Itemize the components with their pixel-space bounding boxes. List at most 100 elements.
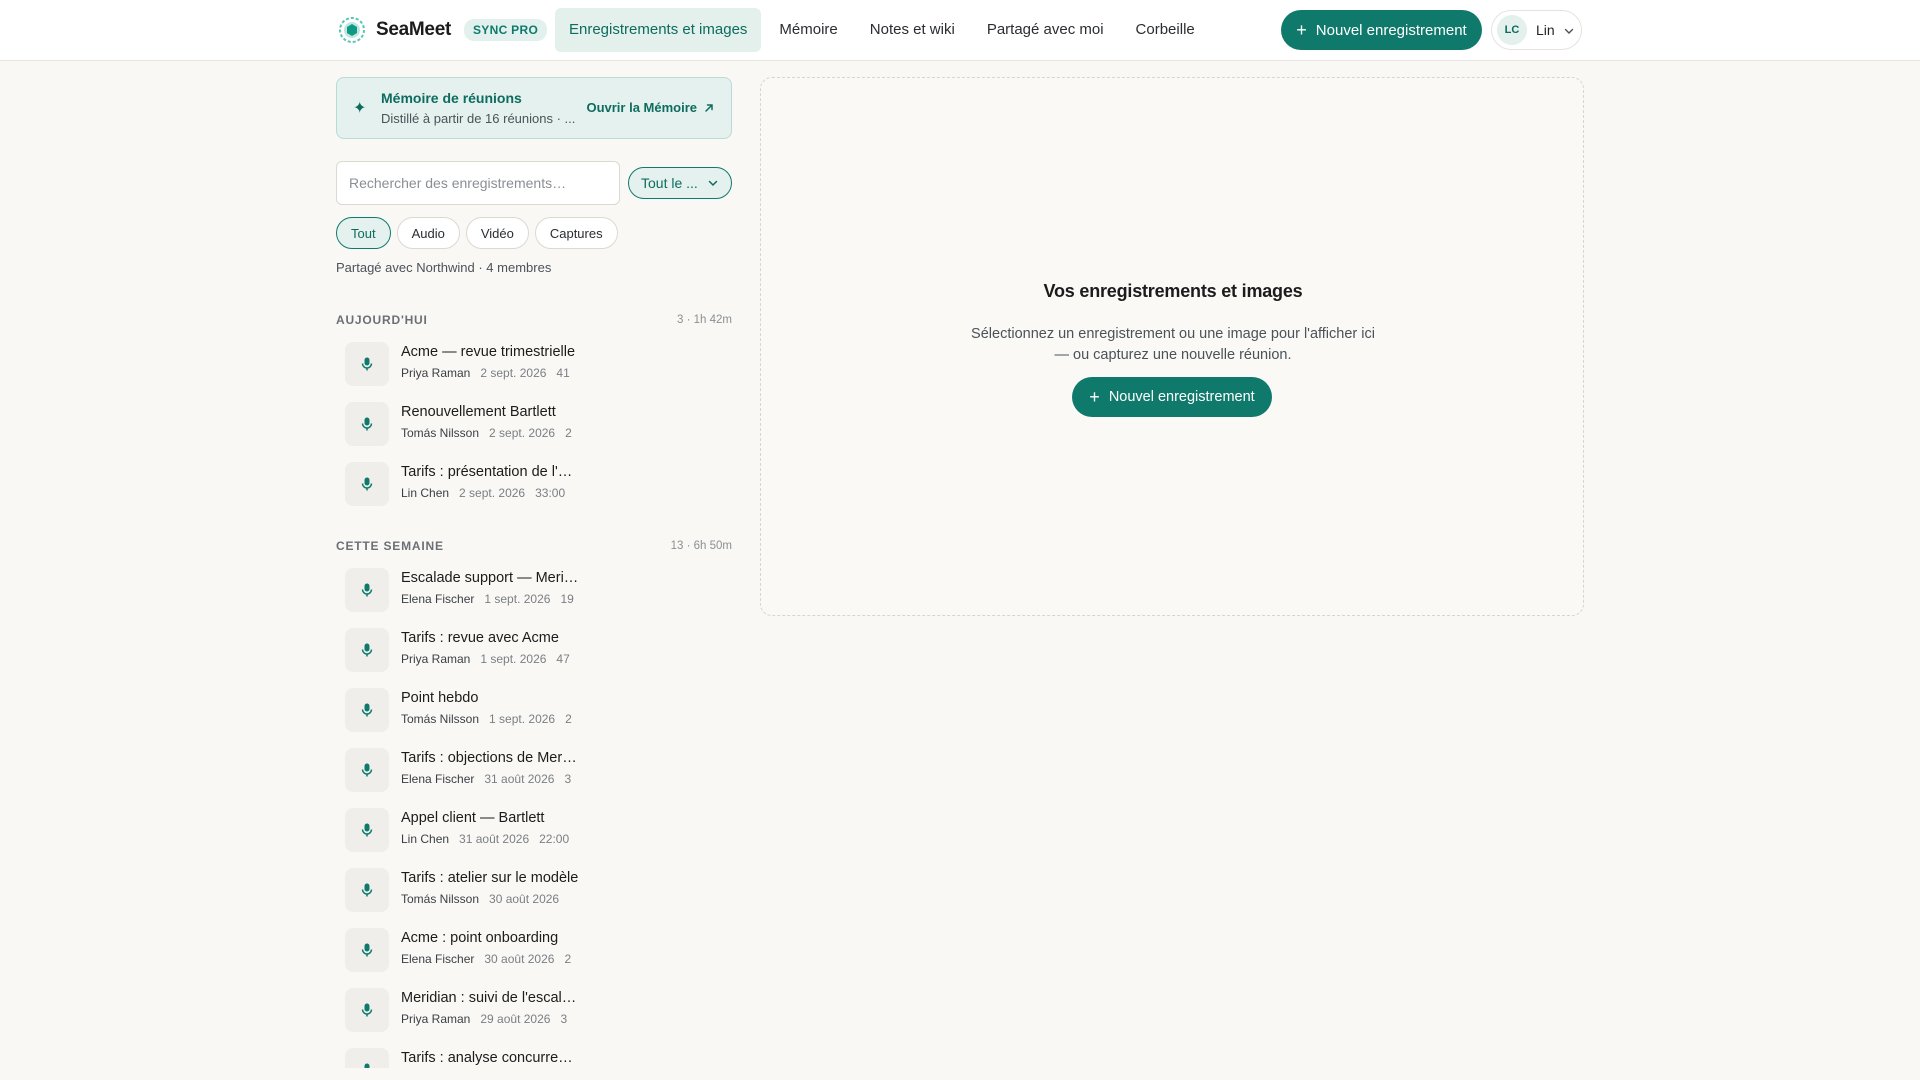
recording-date: 31 août 2026 <box>459 832 530 846</box>
recording-duration: 3 <box>564 772 572 786</box>
microphone-icon <box>345 402 389 446</box>
list-item[interactable]: Tarifs : objections de Meridian Elena Fi… <box>336 742 732 798</box>
recording-date: 1 sept. 2026 <box>480 652 547 666</box>
chip-captures[interactable]: Captures <box>534 217 618 249</box>
microphone-icon <box>345 868 389 912</box>
list-item[interactable]: Acme : point onboarding Elena Fischer 30 … <box>336 922 732 978</box>
recording-duration: 47 <box>556 652 570 666</box>
memory-title: Mémoire de réunions <box>381 90 522 106</box>
recording-title: Tarifs : objections de Meridian <box>401 750 579 766</box>
recording-date: 29 août 2026 <box>480 1012 551 1026</box>
chip-all[interactable]: Tout <box>336 217 391 249</box>
recording-meta: Elena Fischer 1 sept. 2026 19 <box>401 592 579 610</box>
list-item[interactable]: Escalade support — Meridian Elena Fische… <box>336 562 732 618</box>
empty-state-button-label: Nouvel enregistrement <box>1108 389 1255 405</box>
recording-meta: Lin Chen 2 sept. 2026 33:00 <box>401 486 579 504</box>
list-item[interactable]: Acme — revue trimestrielle Priya Raman 2 … <box>336 336 732 392</box>
recording-title: Escalade support — Meridian <box>401 570 579 586</box>
section-header-this-week: CETTE SEMAINE 13 · 6h 50m <box>336 539 732 553</box>
section-title: CETTE SEMAINE <box>336 539 444 553</box>
list-item[interactable]: Renouvellement Bartlett Tomás Nilsson 2 s… <box>336 396 732 452</box>
new-recording-label: Nouvel enregistrement <box>1315 21 1467 39</box>
microphone-icon <box>345 628 389 672</box>
microphone-icon <box>345 1048 389 1068</box>
nav-trash[interactable]: Corbeille <box>1122 8 1209 52</box>
section-meta: 3 · 1h 42m <box>677 314 732 326</box>
microphone-icon <box>345 748 389 792</box>
recording-author: Elena Fischer <box>401 952 475 966</box>
list-item[interactable]: Tarifs : atelier sur le modèle Tomás Nil… <box>336 862 732 918</box>
recording-duration: 2 <box>565 712 572 726</box>
list-item[interactable]: Tarifs : analyse concurrentielle <box>336 1042 732 1068</box>
recording-date: 30 août 2026 <box>489 892 560 906</box>
open-memory-label: Ouvrir la Mémoire <box>586 100 697 115</box>
recording-meta: Tomás Nilsson 1 sept. 2026 2 <box>401 712 579 730</box>
chevron-down-icon <box>708 180 718 187</box>
detail-panel: Vos enregistrements et images Sélectionn… <box>760 77 1584 616</box>
brand[interactable]: SeaMeet SYNC PRO <box>338 16 548 44</box>
recording-duration: 22:00 <box>539 832 570 846</box>
memory-subtitle: Distillé à partir de 16 réunions · ... <box>381 111 576 126</box>
recording-title: Meridian : suivi de l'escalade <box>401 990 579 1006</box>
new-recording-button[interactable]: + Nouvel enregistrement <box>1281 10 1482 50</box>
search-input[interactable] <box>349 175 607 191</box>
nav-shared-with-me[interactable]: Partagé avec moi <box>973 8 1118 52</box>
recording-title: Tarifs : atelier sur le modèle <box>401 870 579 886</box>
recording-title: Renouvellement Bartlett <box>401 404 556 420</box>
microphone-icon <box>345 688 389 732</box>
recording-date: 2 sept. 2026 <box>489 426 556 440</box>
shared-note: Partagé avec Northwind · 4 membres <box>336 260 552 275</box>
plus-icon: + <box>1296 20 1307 40</box>
recording-title: Tarifs : analyse concurrentielle <box>401 1050 579 1066</box>
empty-state-description: Sélectionnez un enregistrement ou une im… <box>971 326 1375 363</box>
nav-recordings[interactable]: Enregistrements et images <box>555 8 762 52</box>
nav-memory[interactable]: Mémoire <box>765 8 851 52</box>
section-header-today: AUJOURD'HUI 3 · 1h 42m <box>336 313 732 327</box>
recording-title: Tarifs : présentation de l'offre <box>401 464 579 480</box>
arrow-up-right-icon <box>705 103 713 112</box>
recording-author: Elena Fischer <box>401 592 475 606</box>
user-name: Lin <box>1536 22 1555 38</box>
recording-author: Tomás Nilsson <box>401 892 480 906</box>
list-item[interactable]: Point hebdo Tomás Nilsson 1 sept. 2026 2 <box>336 682 732 738</box>
list-item[interactable]: Tarifs : revue avec Acme Priya Raman 1 se… <box>336 622 732 678</box>
recording-duration: 2 <box>564 952 572 966</box>
chevron-down-icon <box>1563 24 1575 36</box>
microphone-icon <box>345 928 389 972</box>
empty-state-new-recording-button[interactable]: + Nouvel enregistrement <box>1072 377 1272 417</box>
recording-duration: 41 <box>556 366 570 380</box>
user-menu[interactable]: LC Lin <box>1491 10 1582 50</box>
nav-notes-wiki[interactable]: Notes et wiki <box>856 8 969 52</box>
recording-date: 30 août 2026 <box>484 952 555 966</box>
open-memory-link[interactable]: Ouvrir la Mémoire <box>586 100 715 115</box>
recording-meta: Priya Raman 29 août 2026 3 <box>401 1012 579 1030</box>
microphone-icon <box>345 462 389 506</box>
recording-author: Lin Chen <box>401 486 450 500</box>
recording-date: 2 sept. 2026 <box>480 366 547 380</box>
recording-title: Point hebdo <box>401 690 479 706</box>
microphone-icon <box>345 568 389 612</box>
recording-meta: Lin Chen 31 août 2026 22:00 <box>401 832 579 850</box>
microphone-icon <box>345 808 389 852</box>
sparkle-icon: ✦ <box>353 100 367 117</box>
recording-author: Tomás Nilsson <box>401 712 480 726</box>
list-item[interactable]: Appel client — Bartlett Lin Chen 31 août … <box>336 802 732 858</box>
recording-duration: 3 <box>560 1012 568 1026</box>
plan-badge: SYNC PRO <box>464 19 548 41</box>
chip-video[interactable]: Vidéo <box>465 217 529 249</box>
section-title: AUJOURD'HUI <box>336 313 428 327</box>
main-nav: Enregistrements et images Mémoire Notes … <box>555 8 1213 52</box>
list-item[interactable]: Meridian : suivi de l'escalade Priya Ram… <box>336 982 732 1038</box>
recording-meta: Tomás Nilsson 30 août 2026 <box>401 892 579 910</box>
top-bar: SeaMeet SYNC PRO Enregistrements et imag… <box>0 0 1920 61</box>
list-item[interactable]: Tarifs : présentation de l'offre Lin Che… <box>336 456 732 512</box>
recording-meta: Priya Raman 2 sept. 2026 41 <box>401 366 579 384</box>
recording-title: Appel client — Bartlett <box>401 810 545 826</box>
seameet-logo-icon <box>338 16 366 44</box>
recording-author: Lin Chen <box>401 832 450 846</box>
chip-audio[interactable]: Audio <box>396 217 460 249</box>
plus-icon: + <box>1089 387 1100 407</box>
filter-select[interactable]: Tout le ... <box>628 167 732 199</box>
memory-card[interactable]: ✦ Mémoire de réunions Distillé à partir … <box>336 77 732 139</box>
recording-duration: 2 <box>565 426 572 440</box>
